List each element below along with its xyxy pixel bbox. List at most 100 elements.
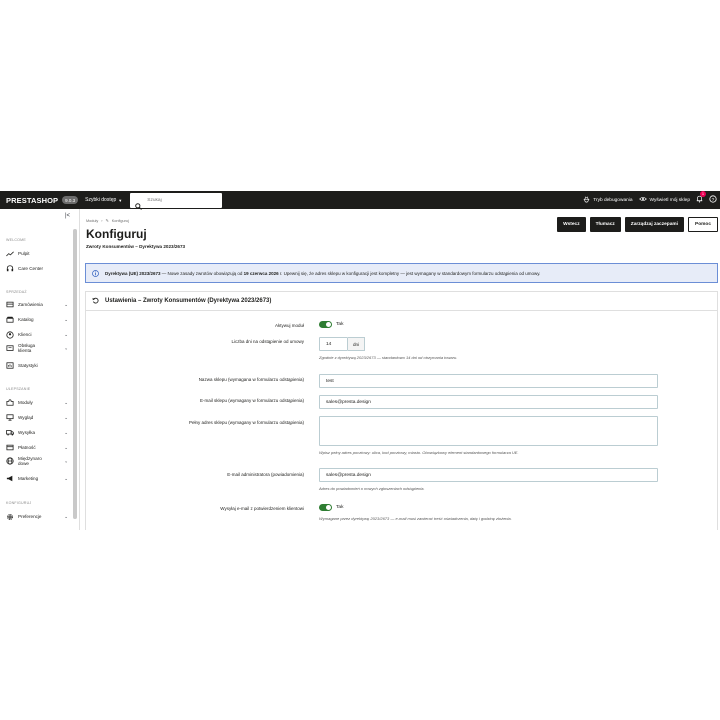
truck-icon <box>6 429 14 436</box>
view-shop-label: Wyświetl mój sklep <box>649 197 690 203</box>
globe-icon <box>6 457 14 465</box>
sidebar-item-label: Katalog <box>18 317 34 322</box>
view-shop-link[interactable]: Wyświetl mój sklep <box>638 196 690 204</box>
help-page-button[interactable]: Pomoc <box>688 217 718 232</box>
address-textarea[interactable] <box>319 416 658 446</box>
chevron-down-icon: ⌄ <box>64 513 68 519</box>
sidebar-section-configure: KONFIGURUJ <box>6 501 32 505</box>
card-title: Ustawienia – Zwroty Konsumentów (Dyrekty… <box>105 298 272 304</box>
card-icon <box>6 444 14 451</box>
back-button[interactable]: Wstecz <box>557 217 586 232</box>
sidebar-item-label: Marketing <box>18 476 39 481</box>
store-icon <box>6 316 14 323</box>
sidebar-item-design[interactable]: Wygląd ⌄ <box>6 414 68 421</box>
debug-mode-label: Tryb debugowania <box>593 197 633 203</box>
days-help: Zgodnie z dyrektywą 2023/2673 — standard… <box>319 355 458 360</box>
chevron-down-icon: ⌄ <box>64 316 68 322</box>
manage-hooks-button[interactable]: Zarządzaj zaczepami <box>624 217 684 232</box>
main-content: Moduły › ✎ Konfiguruj Konfiguruj Zwroty … <box>81 209 720 530</box>
sidebar-section-improve: ULEPSZANIE <box>6 387 31 391</box>
gear-icon <box>6 513 14 520</box>
confirm-email-label: Wysyłaj e-mail z potwierdzeniem klientow… <box>220 506 304 511</box>
info-alert: Dyrektywa (UE) 2023/2673 — Nowe zasady z… <box>85 263 718 283</box>
card-header: Ustawienia – Zwroty Konsumentów (Dyrekty… <box>86 292 717 311</box>
days-field: 14 dni <box>319 337 366 351</box>
chevron-down-icon: ⌄ <box>64 429 68 435</box>
breadcrumb-modules[interactable]: Moduły <box>86 219 98 223</box>
confirm-email-switch[interactable] <box>319 504 332 511</box>
sidebar-item-label: Statystyki <box>18 363 38 368</box>
sidebar-item-preferences[interactable]: Preferencje ⌄ <box>6 513 68 520</box>
collapse-sidebar-icon[interactable]: |< <box>65 213 70 219</box>
chevron-down-icon: ⌄ <box>64 475 68 481</box>
sidebar-item-stats[interactable]: Statystyki <box>6 362 68 369</box>
top-bar: PRESTASHOP 9.0.3 Szybki dostęp ▼ Tryb de… <box>0 191 720 210</box>
info-icon <box>92 269 99 277</box>
quick-access-label: Szybki dostęp <box>85 197 117 203</box>
sidebar-item-catalog[interactable]: Katalog ⌄ <box>6 316 68 323</box>
cart-icon <box>6 301 14 308</box>
sidebar-item-customer-service[interactable]: Obsługa klienta ⌄ <box>6 343 68 353</box>
sidebar-scroll-thumb[interactable] <box>73 229 77 519</box>
active-switch[interactable] <box>319 321 332 328</box>
header-toolbar: Wstecz Tłumacz Zarządzaj zaczepami Pomoc <box>557 217 718 232</box>
help-button[interactable]: ? <box>709 195 717 205</box>
puzzle-icon <box>6 399 14 406</box>
sidebar-item-care-center[interactable]: Care Center <box>6 265 68 272</box>
chevron-down-icon: ⌄ <box>64 444 68 450</box>
notifications-button[interactable]: 1 <box>696 191 706 205</box>
version-badge: 9.0.3 <box>62 196 79 204</box>
sidebar-item-dashboard[interactable]: Pulpit <box>6 250 68 257</box>
sidebar: |< WELCOME Pulpit Care Center SPRZEDAŻ Z… <box>0 209 80 530</box>
confirm-email-help: Wymagane przez dyrektywę 2023/2673 — e-m… <box>319 516 512 521</box>
stats-icon <box>6 362 14 369</box>
chevron-down-icon: ⌄ <box>64 458 68 464</box>
chevron-down-icon: ⌄ <box>64 301 68 307</box>
shop-name-input[interactable]: test <box>319 374 658 388</box>
chevron-down-icon: ⌄ <box>64 345 68 351</box>
caret-down-icon: ▼ <box>118 197 123 203</box>
shop-name-label: Nazwa sklepu (wymagana w formularzu odst… <box>198 377 304 382</box>
sidebar-item-label: Płatność <box>18 445 36 450</box>
chat-icon <box>6 344 14 352</box>
sidebar-item-orders[interactable]: Zamówienia ⌄ <box>6 301 68 308</box>
wrench-icon: ✎ <box>105 219 109 223</box>
sidebar-item-payment[interactable]: Płatność ⌄ <box>6 444 68 451</box>
chevron-down-icon: ⌄ <box>64 331 68 337</box>
shop-email-input[interactable]: sales@presta.design <box>319 395 658 409</box>
admin-app: PRESTASHOP 9.0.3 Szybki dostęp ▼ Tryb de… <box>0 191 720 530</box>
days-input[interactable]: 14 <box>319 337 348 351</box>
address-label: Pełny adres sklepu (wymagany w formularz… <box>188 420 304 425</box>
translate-button[interactable]: Tłumacz <box>589 217 621 232</box>
sidebar-item-customers[interactable]: Klienci ⌄ <box>6 330 68 339</box>
admin-email-input[interactable]: sales@presta.design <box>319 468 658 482</box>
days-unit: dni <box>348 337 366 351</box>
breadcrumb: Moduły › ✎ Konfiguruj <box>86 218 129 224</box>
eye-icon <box>638 196 647 204</box>
search-box[interactable] <box>130 192 223 210</box>
sidebar-item-label: Wygląd <box>18 415 34 420</box>
sidebar-item-label: Obsługa klienta <box>18 343 36 353</box>
active-value: Tak <box>336 322 344 327</box>
alert-date: 19 czerwca 2026 <box>243 270 279 276</box>
active-label: Aktywuj moduł <box>274 323 304 328</box>
confirm-email-toggle[interactable]: Tak <box>319 504 343 511</box>
debug-mode-link[interactable]: Tryb debugowania <box>583 196 633 205</box>
active-toggle[interactable]: Tak <box>319 321 343 328</box>
sidebar-item-international[interactable]: Międzynarodowe ⌄ <box>6 456 68 466</box>
search-input[interactable] <box>147 197 218 203</box>
page-subtitle: Zwroty Konsumentów – Dyrektywa 2023/2673 <box>86 244 186 249</box>
sidebar-item-marketing[interactable]: Marketing ⌄ <box>6 475 68 482</box>
logo[interactable]: PRESTASHOP <box>6 196 58 205</box>
sidebar-item-shipping[interactable]: Wysyłka ⌄ <box>6 429 68 436</box>
alert-directive: Dyrektywa (UE) 2023/2673 <box>105 270 161 276</box>
search-icon <box>135 197 143 210</box>
sidebar-item-label: Moduły <box>18 400 33 405</box>
chevron-down-icon: ⌄ <box>64 399 68 405</box>
admin-email-label: E-mail administratora (powiadomienia) <box>227 472 304 477</box>
quick-access-dropdown[interactable]: Szybki dostęp ▼ <box>85 197 122 203</box>
svg-text:?: ? <box>712 197 715 203</box>
sidebar-scrollbar[interactable] <box>73 229 77 519</box>
sidebar-item-modules[interactable]: Moduły ⌄ <box>6 399 68 406</box>
headset-icon <box>6 265 14 272</box>
